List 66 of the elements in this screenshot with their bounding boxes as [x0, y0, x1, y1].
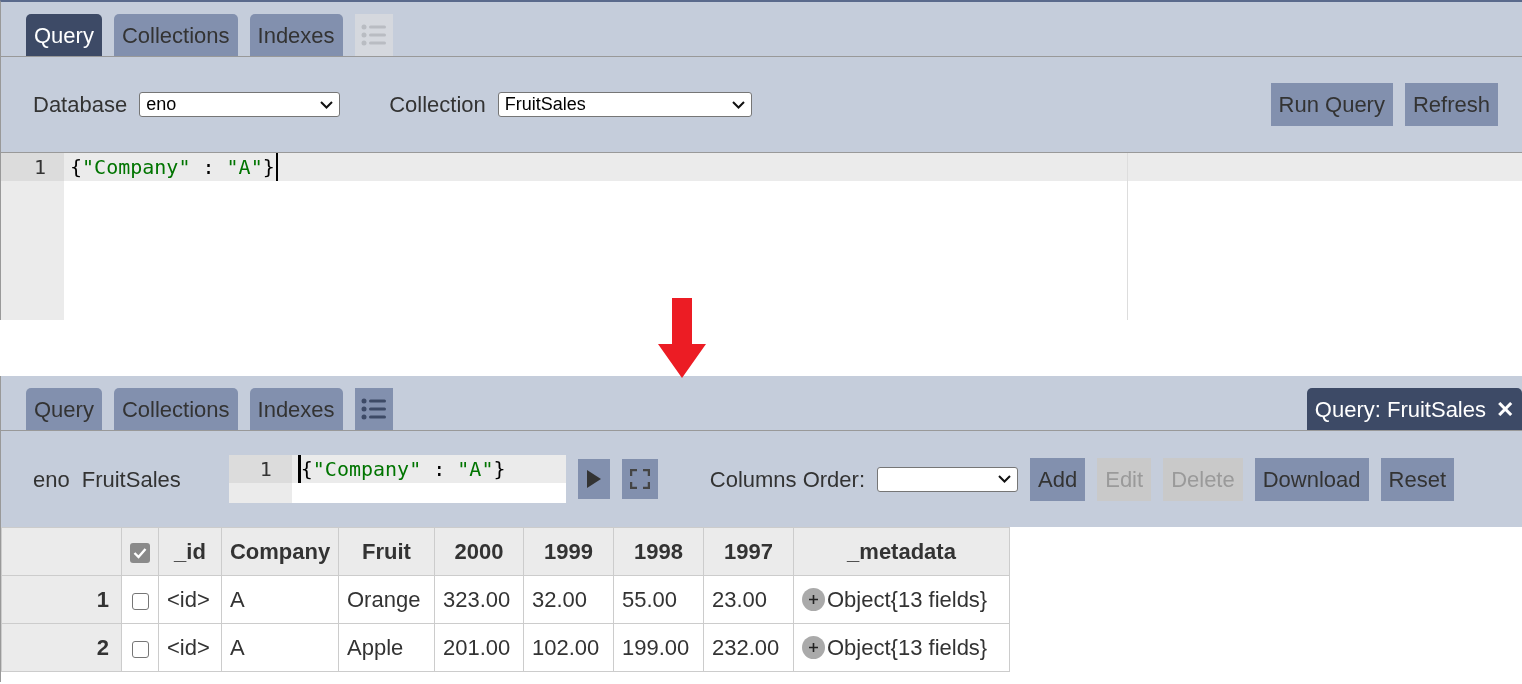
table-cell: Orange	[338, 575, 435, 624]
table-cell: 199.00	[613, 623, 704, 672]
line-number: 1	[1, 153, 64, 181]
column-header[interactable]: _id	[158, 527, 222, 576]
close-icon[interactable]: ✕	[1496, 392, 1514, 426]
button[interactable]: Add	[1030, 457, 1086, 501]
row-number: 2	[1, 623, 122, 672]
row-checkbox[interactable]	[131, 640, 149, 658]
run-button[interactable]	[577, 459, 610, 499]
table-cell: 102.00	[523, 623, 614, 672]
column-header[interactable]: 1997	[703, 527, 794, 576]
collection-name: FruitSales	[81, 465, 181, 494]
tab[interactable]: Query	[26, 388, 102, 430]
table-cell: 23.00	[703, 575, 794, 624]
tab[interactable]: Indexes	[249, 388, 343, 430]
table-cell: <id>	[158, 623, 222, 672]
database-name: eno	[33, 465, 70, 494]
table-cell: 201.00	[434, 623, 524, 672]
button[interactable]: Download	[1254, 457, 1369, 501]
chevron-down-icon	[998, 475, 1012, 483]
table-cell: Apple	[338, 623, 435, 672]
fullscreen-button[interactable]	[621, 459, 658, 499]
button[interactable]: Run Query	[1270, 83, 1393, 126]
tab[interactable]: Indexes	[249, 14, 343, 56]
fullscreen-icon	[629, 469, 650, 489]
select-all-checkbox[interactable]	[130, 543, 150, 564]
dropdown[interactable]	[877, 466, 1019, 492]
code-line[interactable]: {"Company" : "A"}	[70, 153, 278, 181]
dropdown[interactable]: FruitSales	[497, 92, 752, 117]
table-cell: 323.00	[434, 575, 524, 624]
metadata-value: Object{13 fields}	[827, 586, 988, 614]
table-cell: A	[221, 575, 339, 624]
column-header[interactable]: 1998	[613, 527, 704, 576]
database-label: Database	[33, 91, 128, 119]
expand-icon[interactable]	[802, 636, 825, 659]
column-header[interactable]: Fruit	[338, 527, 435, 576]
table-cell: <id>	[158, 575, 222, 624]
metadata-value: Object{13 fields}	[827, 634, 988, 662]
down-arrow-icon	[658, 298, 706, 378]
chevron-down-icon	[320, 100, 334, 109]
tab[interactable]: Collections	[113, 14, 238, 56]
list-icon	[360, 24, 387, 46]
row-checkbox[interactable]	[131, 592, 149, 610]
columns-order-label: Columns Order:	[709, 465, 866, 494]
tab[interactable]: Collections	[113, 388, 238, 430]
tab[interactable]: Query	[26, 14, 102, 56]
column-header[interactable]: Company	[221, 527, 339, 576]
column-header[interactable]: 1999	[523, 527, 614, 576]
collection-label: Collection	[389, 91, 486, 119]
query-result-tab[interactable]: Query: FruitSales ✕	[1306, 388, 1522, 430]
line-number: 1	[228, 455, 292, 483]
chevron-down-icon	[731, 100, 745, 109]
expand-icon[interactable]	[802, 588, 825, 611]
list-icon	[360, 398, 387, 420]
table-cell: A	[221, 623, 339, 672]
list-button[interactable]	[354, 388, 393, 430]
play-icon	[585, 469, 602, 489]
dropdown[interactable]: eno	[139, 92, 341, 117]
table-cell: 232.00	[703, 623, 794, 672]
column-header[interactable]: _metadata	[793, 527, 1010, 576]
column-header[interactable]: 2000	[434, 527, 524, 576]
button[interactable]: Reset	[1380, 457, 1455, 501]
row-number: 1	[1, 575, 122, 624]
table-cell: 32.00	[523, 575, 614, 624]
button[interactable]: Refresh	[1404, 83, 1498, 126]
table-cell: 55.00	[613, 575, 704, 624]
